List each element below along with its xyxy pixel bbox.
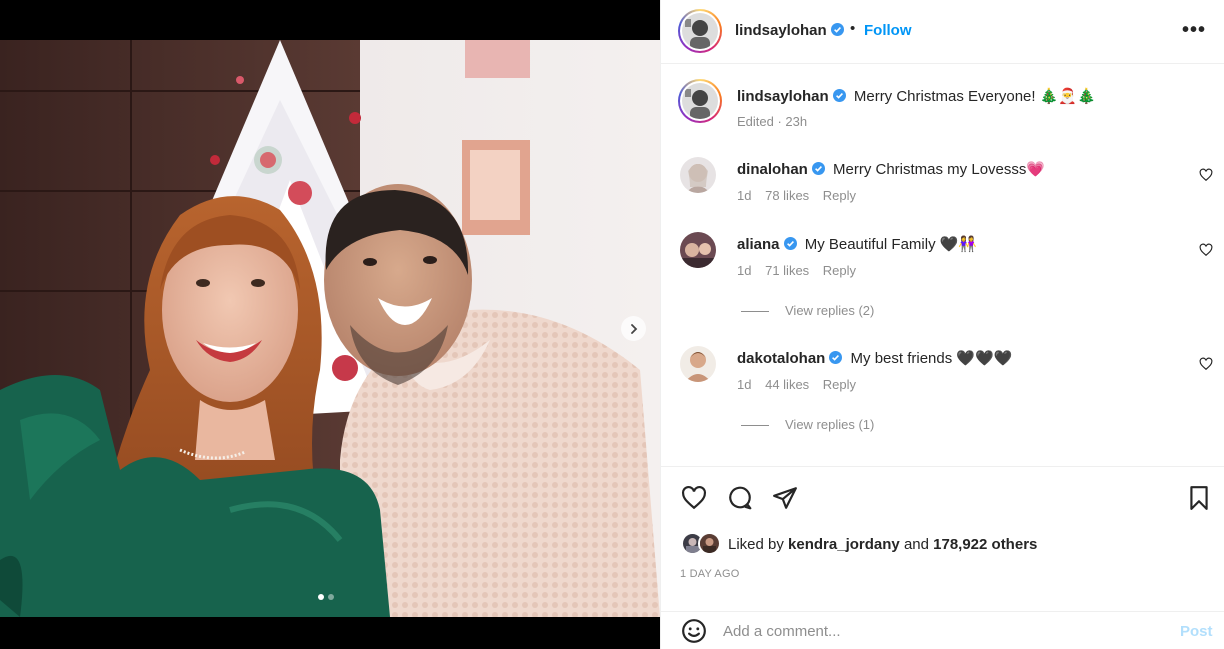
carousel-dots — [318, 594, 334, 600]
reply-button[interactable]: Reply — [823, 263, 856, 278]
comment-icon[interactable] — [727, 485, 753, 511]
like-heart-icon[interactable] — [681, 485, 707, 511]
verified-badge-icon — [829, 351, 843, 364]
caption-avatar[interactable] — [678, 79, 722, 123]
likes-prefix: Liked by — [728, 536, 784, 553]
comment-line: aliana My Beautiful Family 🖤👭 — [737, 235, 977, 253]
caption-text: Merry Christmas Everyone! 🎄🎅🎄 — [853, 88, 1096, 105]
verified-badge-icon — [832, 89, 846, 102]
view-replies-button[interactable]: View replies (1) — [741, 417, 874, 432]
comment-avatar[interactable] — [680, 232, 716, 268]
more-options-button[interactable]: ••• — [1182, 20, 1206, 40]
comment-meta: 1d 78 likes Reply — [737, 188, 866, 203]
replies-rule — [741, 311, 769, 313]
next-photo-button[interactable] — [621, 316, 646, 341]
caption-edited-label: Edited · 23h — [737, 114, 808, 129]
separator-dot: • — [850, 20, 856, 37]
comment-input[interactable] — [723, 618, 1163, 644]
comment-username[interactable]: dinalohan — [737, 161, 808, 178]
comment-username[interactable]: dakotalohan — [737, 350, 825, 367]
follow-button[interactable]: Follow — [864, 22, 912, 39]
likes-summary: Liked by kendra_jordany and 178,922 othe… — [681, 532, 1201, 556]
comment-text: My Beautiful Family 🖤👭 — [804, 236, 978, 253]
comment-username[interactable]: aliana — [737, 236, 780, 253]
add-comment-form: Post — [661, 611, 1224, 649]
reply-button[interactable]: Reply — [823, 188, 856, 203]
comment-likes[interactable]: 44 likes — [765, 377, 809, 392]
chevron-right-icon — [630, 323, 637, 334]
comment-age: 1d — [737, 377, 752, 392]
heart-icon[interactable] — [1199, 357, 1213, 371]
author-avatar[interactable] — [678, 9, 722, 53]
comment-likes[interactable]: 78 likes — [765, 188, 809, 203]
carousel-dot — [328, 594, 334, 600]
post-media — [0, 0, 660, 649]
comment-age: 1d — [737, 263, 752, 278]
comment-meta: 1d 71 likes Reply — [737, 263, 866, 278]
comment-age: 1d — [737, 188, 752, 203]
comment-text: Merry Christmas my Lovesss💗 — [833, 161, 1046, 178]
verified-badge-icon — [811, 162, 825, 175]
likes-others-count[interactable]: 178,922 others — [933, 536, 1037, 553]
comment-text: My best friends 🖤🖤🖤 — [850, 350, 1013, 367]
liked-by-username[interactable]: kendra_jordany — [788, 536, 900, 553]
caption-edited: Edited · 23h — [737, 114, 817, 129]
reply-button[interactable]: Reply — [823, 377, 856, 392]
comment-meta: 1d 44 likes Reply — [737, 377, 866, 392]
likes-joiner: and — [903, 536, 929, 553]
verified-badge-icon — [783, 237, 797, 250]
bookmark-icon[interactable] — [1186, 485, 1212, 511]
liker-avatars — [681, 532, 725, 556]
verified-badge-icon — [830, 23, 844, 36]
carousel-dot-active — [318, 594, 324, 600]
comment-likes[interactable]: 71 likes — [765, 263, 809, 278]
comments-list[interactable]: lindsaylohan Merry Christmas Everyone! 🎄… — [661, 65, 1224, 465]
post-photo[interactable] — [0, 40, 660, 617]
comment-avatar[interactable] — [680, 157, 716, 193]
view-replies-label: View replies (2) — [785, 303, 875, 318]
author-username[interactable]: lindsaylohan — [735, 22, 844, 39]
post-panel: lindsaylohan • Follow ••• lindsaylohan M… — [660, 0, 1224, 649]
action-bar — [661, 466, 1224, 524]
caption-line: lindsaylohan Merry Christmas Everyone! 🎄… — [737, 87, 1096, 105]
liker-avatar[interactable] — [698, 532, 721, 555]
share-icon[interactable] — [772, 485, 798, 511]
replies-rule — [741, 425, 769, 427]
post-comment-button[interactable]: Post — [1180, 623, 1213, 640]
heart-icon[interactable] — [1199, 243, 1213, 257]
comment-avatar[interactable] — [680, 346, 716, 382]
post-timestamp[interactable]: 1 DAY AGO — [680, 568, 739, 580]
emoji-icon[interactable] — [681, 618, 707, 644]
view-replies-label: View replies (1) — [785, 417, 875, 432]
comment-line: dinalohan Merry Christmas my Lovesss💗 — [737, 160, 1045, 178]
post-header: lindsaylohan • Follow ••• — [661, 0, 1224, 64]
view-replies-button[interactable]: View replies (2) — [741, 303, 874, 318]
likes-text: Liked by kendra_jordany and 178,922 othe… — [728, 536, 1037, 553]
comment-line: dakotalohan My best friends 🖤🖤🖤 — [737, 349, 1012, 367]
caption-username[interactable]: lindsaylohan — [737, 88, 829, 105]
heart-icon[interactable] — [1199, 168, 1213, 182]
